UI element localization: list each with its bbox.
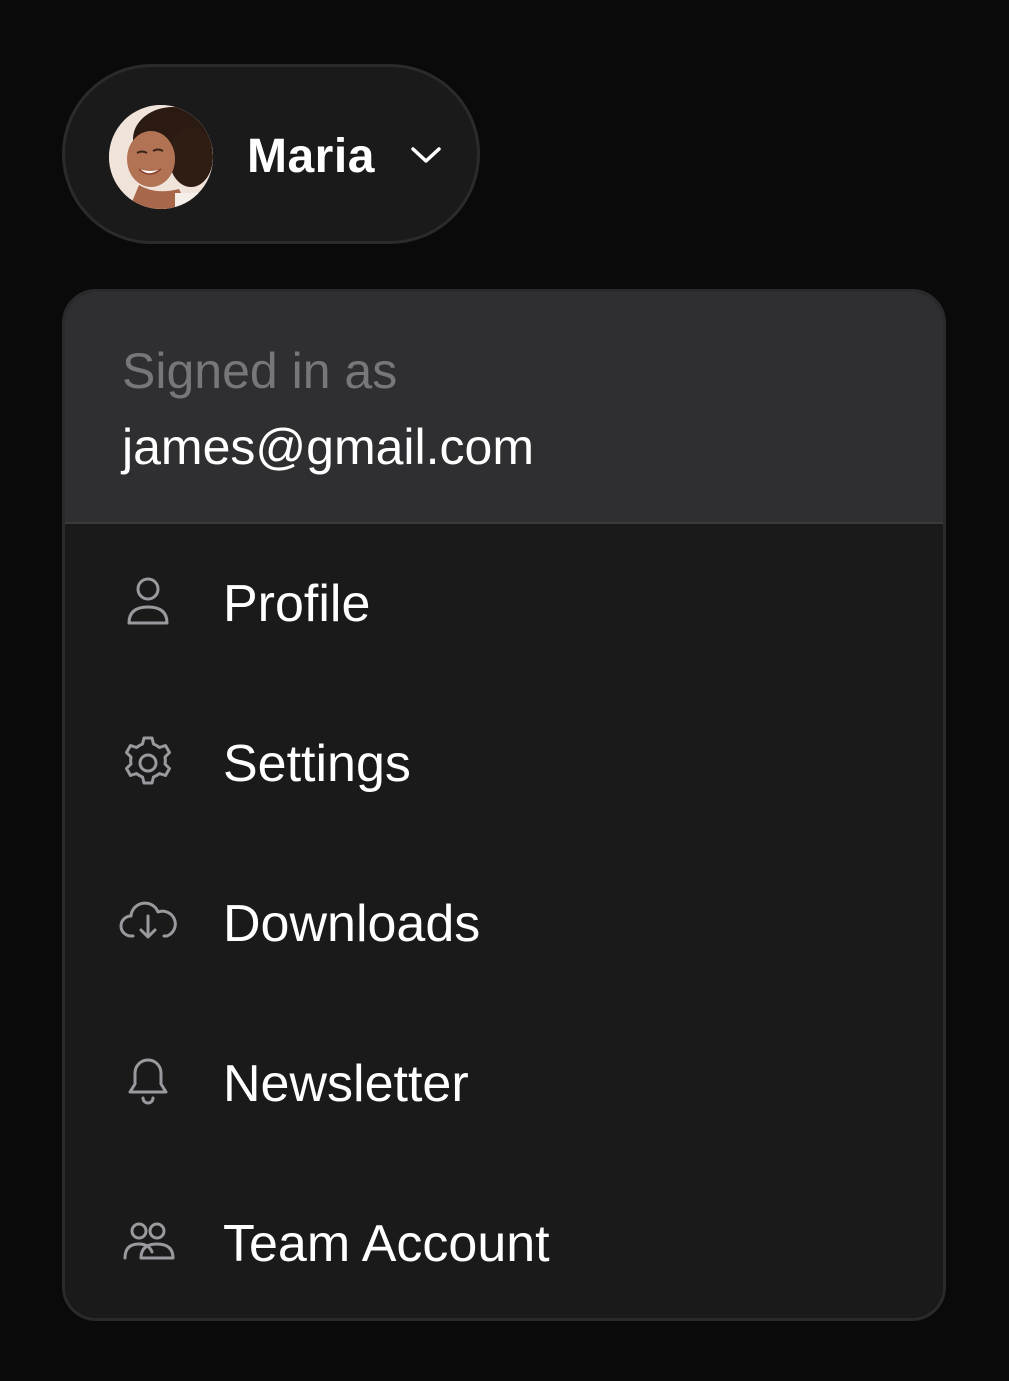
user-menu-button[interactable]: Maria [62,64,480,244]
menu-item-label: Team Account [223,1215,550,1273]
avatar-photo [109,105,213,209]
menu-item-label: Downloads [223,895,481,953]
menu-item-team-account[interactable]: Team Account [65,1164,943,1318]
chevron-down-icon [409,143,443,167]
menu-item-downloads[interactable]: Downloads [65,844,943,1004]
cloud-download-icon [117,892,179,954]
menu-list: Profile Settings Downloads Newsletter Te… [65,524,943,1318]
users-icon [117,1212,179,1274]
signed-in-label: Signed in as [122,343,398,399]
user-dropdown-menu: Signed in as james@gmail.com Profile Set… [62,289,946,1321]
menu-item-settings[interactable]: Settings [65,684,943,844]
menu-item-newsletter[interactable]: Newsletter [65,1004,943,1164]
signed-in-header: Signed in as james@gmail.com [65,292,943,524]
menu-item-label: Profile [223,575,371,633]
menu-item-profile[interactable]: Profile [65,524,943,684]
signed-in-email: james@gmail.com [122,419,534,475]
menu-item-label: Newsletter [223,1055,469,1113]
menu-item-label: Settings [223,735,411,793]
gear-icon [117,732,179,794]
bell-icon [117,1052,179,1114]
user-icon [117,572,179,634]
page: Maria Signed in as james@gmail.com Profi… [0,0,1009,1381]
user-name: Maria [247,130,375,183]
avatar[interactable] [109,105,213,209]
